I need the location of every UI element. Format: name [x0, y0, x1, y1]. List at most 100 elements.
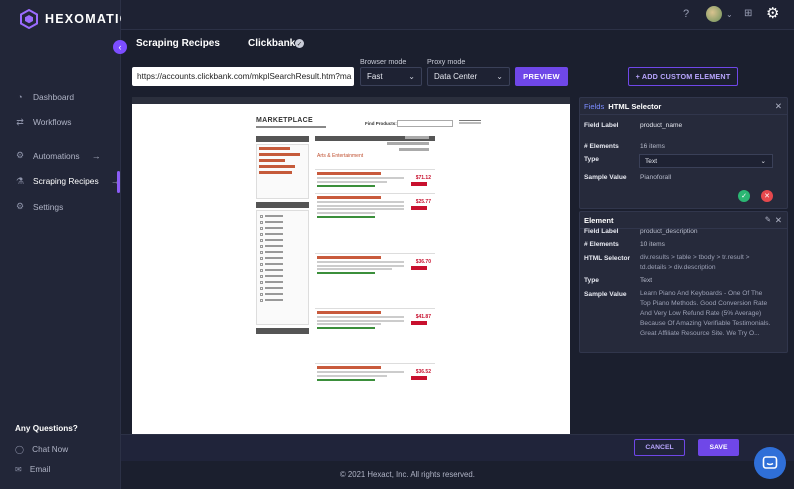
- preview-topbar: [132, 97, 570, 104]
- workflows-icon: ⇄: [16, 116, 24, 127]
- chevron-down-icon: ⌄: [760, 158, 766, 165]
- confirm-icon[interactable]: ✓: [738, 190, 750, 202]
- type-value: Text: [640, 277, 653, 284]
- sample-value-key: Sample Value: [584, 291, 627, 298]
- copyright: © 2021 Hexact, Inc. All rights reserved.: [340, 470, 475, 479]
- list-item[interactable]: $41.87: [315, 308, 435, 363]
- filters-sidebar: [256, 136, 309, 336]
- sidebar-item-label: Settings: [33, 201, 64, 212]
- field-label-key: Field Label: [584, 122, 619, 129]
- collapse-sidebar-button[interactable]: ‹: [113, 40, 127, 54]
- arrow-right-icon: →: [91, 150, 101, 161]
- dashboard-icon: ◔: [17, 91, 23, 102]
- sidebar-item-settings[interactable]: ⚙ Settings: [0, 194, 121, 220]
- cancel-button[interactable]: CANCEL: [634, 439, 685, 456]
- chevron-down-icon[interactable]: ⌄: [726, 10, 733, 19]
- item-price: $71.12: [415, 175, 431, 181]
- filters-box: [256, 144, 309, 199]
- filters-header: [256, 136, 309, 142]
- sample-value: Learn Piano And Keyboards - One Of The T…: [640, 290, 771, 337]
- element-panel-title: Element: [584, 215, 614, 225]
- automations-icon: ⚙: [15, 150, 25, 161]
- advanced-search-link[interactable]: [459, 120, 481, 125]
- chat-widget-button[interactable]: [754, 447, 786, 479]
- email-icon: ✉: [15, 465, 22, 474]
- edit-icon[interactable]: ✎: [765, 215, 771, 224]
- page-preview[interactable]: MARKETPLACE Find Products: Arts & Entert…: [132, 97, 570, 434]
- fields-panel-header: Fields HTML Selector: [580, 98, 787, 115]
- type-key: Type: [584, 156, 599, 163]
- browser-mode-select[interactable]: Fast ⌄: [360, 67, 422, 86]
- attributes-box: [256, 210, 309, 325]
- type-key: Type: [584, 277, 599, 284]
- gear-icon[interactable]: ⚙: [766, 4, 779, 22]
- apps-grid-icon[interactable]: ⊞: [744, 8, 752, 19]
- preview-button[interactable]: PREVIEW: [515, 67, 568, 86]
- reject-icon[interactable]: ✕: [761, 190, 773, 202]
- field-label-value: product_description: [640, 228, 698, 235]
- find-products-input[interactable]: [397, 120, 453, 127]
- field-label-key: Field Label: [584, 228, 619, 235]
- email-link[interactable]: ✉ Email: [15, 464, 51, 475]
- url-input[interactable]: https://accounts.clickbank.com/mkplSearc…: [132, 67, 354, 86]
- hexomatic-logo-icon: [20, 9, 38, 29]
- sidebar-item-scraping-recipes[interactable]: ⚗ Scraping Recipes →: [0, 169, 121, 195]
- sidebar-item-dashboard[interactable]: ◔ Dashboard: [0, 84, 121, 110]
- breadcrumb-recipe: Clickbank: [248, 38, 296, 49]
- app-name: HEXOMATIC: [45, 12, 130, 26]
- list-item[interactable]: $36.52: [315, 363, 435, 403]
- elements-key: # Elements: [584, 143, 619, 150]
- item-price: $36.52: [415, 369, 431, 375]
- html-selector-value: div.results > table > tbody > tr.result …: [640, 254, 750, 271]
- html-selector-key: HTML Selector: [584, 255, 631, 262]
- marketplace-title: MARKETPLACE: [256, 117, 313, 124]
- sidebar-item-label: Scraping Recipes: [33, 176, 99, 187]
- chat-icon: ◯: [15, 445, 25, 454]
- logo[interactable]: HEXOMATIC: [20, 9, 130, 29]
- chat-bubble-icon: [762, 456, 778, 469]
- type-value: Text: [645, 158, 658, 165]
- add-custom-element-button[interactable]: + ADD CUSTOM ELEMENT: [628, 67, 738, 86]
- sidebar-item-automations[interactable]: ⚙ Automations →: [0, 143, 121, 169]
- help-icon[interactable]: ?: [683, 8, 689, 20]
- sample-value-key: Sample Value: [584, 174, 627, 181]
- list-item[interactable]: $25.77: [315, 193, 435, 253]
- proxy-mode-value: Data Center: [434, 72, 478, 81]
- chat-now-link[interactable]: ◯ Chat Now: [15, 444, 69, 455]
- sidebar-item-label: Workflows: [33, 117, 72, 128]
- sort-controls: [369, 136, 429, 154]
- item-price: $41.87: [415, 314, 431, 320]
- email-label: Email: [29, 464, 51, 474]
- sidebar-item-label: Automations: [33, 150, 80, 161]
- find-products-label: Find Products:: [365, 121, 397, 126]
- item-price: $36.70: [415, 259, 431, 265]
- chat-now-label: Chat Now: [32, 444, 69, 454]
- elements-key: # Elements: [584, 241, 619, 248]
- sidebar-item-workflows[interactable]: ⇄ Workflows: [0, 110, 121, 136]
- results-list: Arts & Entertainment $71.12 $25.77 $36.7…: [315, 136, 435, 403]
- browser-mode-value: Fast: [367, 72, 383, 81]
- field-label-value[interactable]: product_name: [640, 122, 682, 129]
- marketplace-subtitle-placeholder: [256, 126, 326, 128]
- close-icon[interactable]: ✕: [775, 215, 782, 226]
- list-item[interactable]: $36.70: [315, 253, 435, 308]
- item-price: $25.77: [415, 199, 431, 205]
- sidebar-nav: ◔ Dashboard ⇄ Workflows ⚙ Automations → …: [0, 84, 121, 220]
- support-title: Any Questions?: [15, 424, 78, 433]
- save-button[interactable]: SAVE: [698, 439, 739, 456]
- categories-header: [256, 328, 309, 334]
- arrow-right-icon: →: [110, 176, 120, 187]
- top-bar: ? ⌄ ⊞ ⚙: [121, 0, 794, 30]
- proxy-mode-select[interactable]: Data Center ⌄: [427, 67, 510, 86]
- list-item[interactable]: $71.12: [315, 169, 435, 193]
- avatar[interactable]: [706, 6, 722, 22]
- fields-tab[interactable]: Fields: [584, 102, 604, 111]
- type-select[interactable]: Text ⌄: [639, 154, 773, 168]
- breadcrumb-section[interactable]: Scraping Recipes: [136, 38, 220, 49]
- close-icon[interactable]: ✕: [775, 101, 782, 112]
- attributes-header: [256, 202, 309, 208]
- element-panel: Element ✎ ✕ Field Label product_descript…: [579, 211, 788, 353]
- elements-value: 10 items: [640, 241, 665, 248]
- browser-mode-label: Browser mode: [360, 57, 407, 66]
- sidebar: HEXOMATIC ◔ Dashboard ⇄ Workflows ⚙ Auto…: [0, 0, 129, 489]
